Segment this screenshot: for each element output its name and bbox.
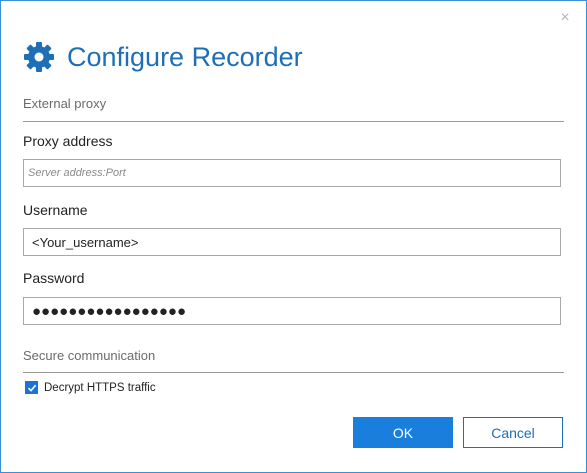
close-icon[interactable]: × <box>558 10 572 26</box>
cancel-button[interactable]: Cancel <box>463 417 563 448</box>
dialog-header: Configure Recorder <box>23 37 303 77</box>
external-proxy-section-label: External proxy <box>23 96 107 111</box>
proxy-address-input[interactable]: Server address:Port <box>23 159 561 187</box>
secure-communication-divider <box>23 372 564 373</box>
gear-icon <box>24 42 54 72</box>
dialog-title: Configure Recorder <box>67 41 303 72</box>
password-masked-value: ●●●●●●●●●●●●●●●●● <box>32 302 187 320</box>
password-input[interactable]: ●●●●●●●●●●●●●●●●● <box>23 297 561 325</box>
decrypt-https-checkbox[interactable] <box>25 381 38 394</box>
checkmark-icon <box>27 384 36 392</box>
configure-recorder-dialog: × Configure Recorder External proxy Prox… <box>0 0 587 473</box>
username-input[interactable]: <Your_username> <box>23 228 561 256</box>
external-proxy-divider <box>23 121 564 122</box>
proxy-address-label: Proxy address <box>23 133 113 149</box>
password-label: Password <box>23 270 85 286</box>
secure-communication-section-label: Secure communication <box>23 348 156 363</box>
ok-button[interactable]: OK <box>353 417 453 448</box>
decrypt-https-option[interactable]: Decrypt HTTPS traffic <box>25 381 156 394</box>
username-label: Username <box>23 202 88 218</box>
decrypt-https-label: Decrypt HTTPS traffic <box>44 381 156 394</box>
